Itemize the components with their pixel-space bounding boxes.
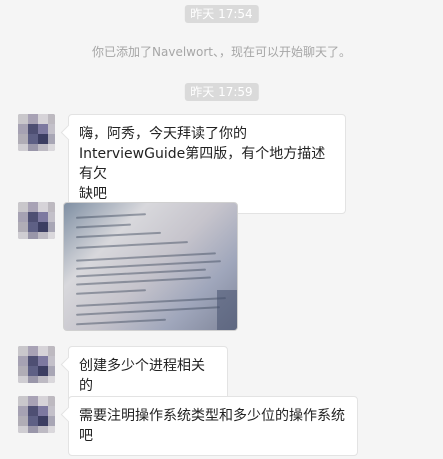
system-message: 你已添加了Navelwort、，现在可以开始聊天了。 — [92, 45, 351, 59]
message-bubble[interactable]: 需要注明操作系统类型和多少位的操作系统 吧 — [68, 396, 358, 456]
message-text-line: 吧 — [79, 428, 93, 444]
message-text-line: InterviewGuide第四版，有个地方描述有欠 — [79, 146, 326, 182]
avatar[interactable] — [18, 346, 55, 383]
timestamp: 昨天 17:54 — [184, 5, 259, 23]
message-text-line: 缺吧 — [79, 186, 107, 202]
message-text-line: 创建多少个进程相关的 — [79, 358, 205, 394]
message-bubble[interactable]: 嗨，阿秀，今天拜读了你的 InterviewGuide第四版，有个地方描述有欠 … — [68, 114, 346, 214]
message-text-line: 嗨，阿秀，今天拜读了你的 — [79, 126, 247, 142]
timestamp: 昨天 17:59 — [184, 83, 259, 101]
avatar[interactable] — [18, 396, 55, 433]
avatar[interactable] — [18, 202, 55, 239]
avatar[interactable] — [18, 114, 55, 151]
message-image[interactable] — [63, 202, 238, 331]
message-text-line: 需要注明操作系统类型和多少位的操作系统 — [79, 408, 345, 424]
chat-window: 昨天 17:54 你已添加了Navelwort、，现在可以开始聊天了。 昨天 1… — [0, 0, 443, 459]
